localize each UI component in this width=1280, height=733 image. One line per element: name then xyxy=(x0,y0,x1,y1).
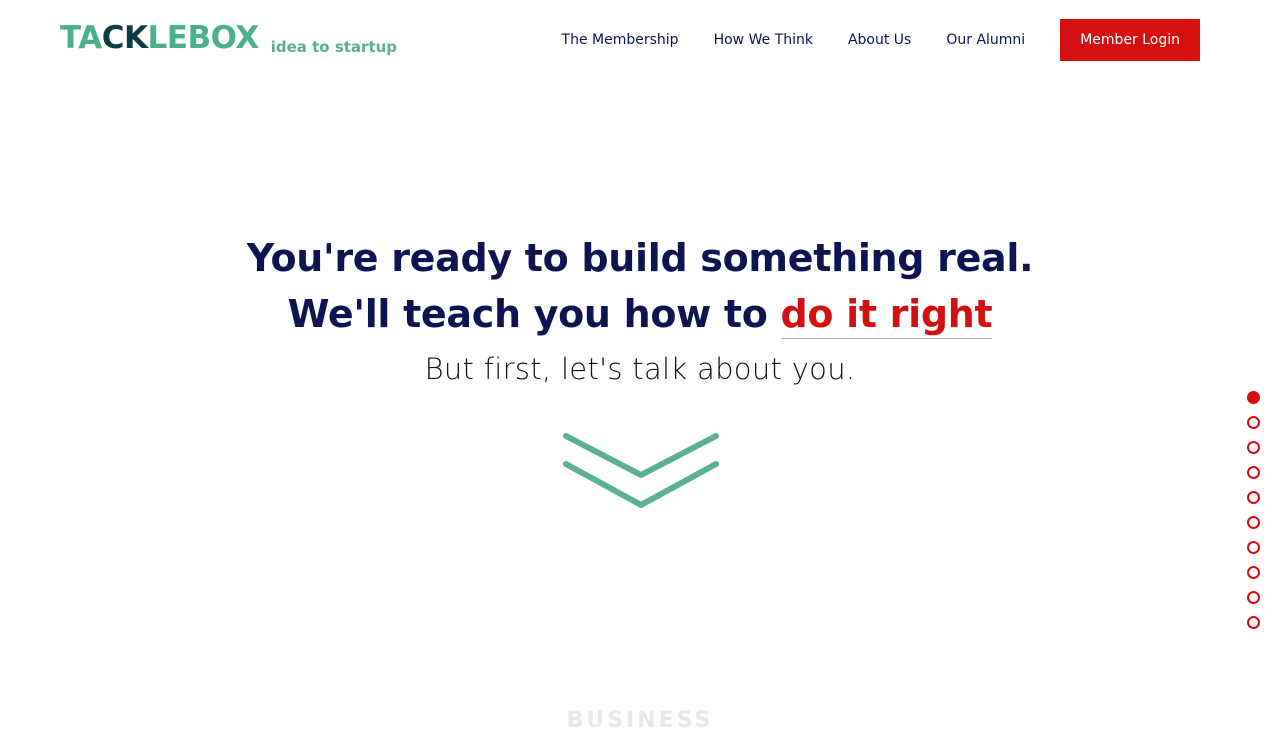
nav-link-about-us[interactable]: About Us xyxy=(848,32,911,48)
nav-link-our-alumni[interactable]: Our Alumni xyxy=(946,32,1025,48)
nav-link-membership[interactable]: The Membership xyxy=(562,32,679,48)
hero-headline: You're ready to build something real. We… xyxy=(0,230,1280,342)
section-dot-3[interactable] xyxy=(1247,441,1260,454)
logo-text-1: TA xyxy=(60,20,102,56)
hero-subtitle: But first, let's talk about you. xyxy=(424,352,856,386)
logo[interactable]: TACKLEBOX idea to startup xyxy=(60,22,398,56)
hero-line-2-prefix: We'll teach you how to xyxy=(287,292,781,336)
section-dot-1[interactable] xyxy=(1247,391,1260,404)
section-dot-9[interactable] xyxy=(1247,591,1260,604)
logo-text-4: BOX xyxy=(187,20,259,56)
section-dot-5[interactable] xyxy=(1247,491,1260,504)
logo-text-3: LE xyxy=(147,20,188,56)
section-dot-4[interactable] xyxy=(1247,466,1260,479)
logo-tagline: idea to startup xyxy=(270,38,398,56)
next-section-peek: BUSINESS xyxy=(566,708,714,733)
hero-accent-link[interactable]: do it right xyxy=(780,292,993,339)
member-login-button[interactable]: Member Login xyxy=(1060,19,1200,61)
main-nav: The Membership How We Think About Us Our… xyxy=(562,19,1200,61)
hero-line-1: You're ready to build something real. xyxy=(246,236,1034,280)
double-chevron-down-icon[interactable] xyxy=(561,430,721,512)
logo-text-2: CK xyxy=(101,20,148,56)
nav-link-how-we-think[interactable]: How We Think xyxy=(714,32,813,48)
section-dots-nav xyxy=(1247,391,1260,641)
section-dot-8[interactable] xyxy=(1247,566,1260,579)
section-dot-7[interactable] xyxy=(1247,541,1260,554)
section-dot-6[interactable] xyxy=(1247,516,1260,529)
hero-section: You're ready to build something real. We… xyxy=(0,230,1280,386)
logo-wordmark: TACKLEBOX xyxy=(60,22,259,54)
section-dot-10[interactable] xyxy=(1247,616,1260,629)
section-dot-2[interactable] xyxy=(1247,416,1260,429)
